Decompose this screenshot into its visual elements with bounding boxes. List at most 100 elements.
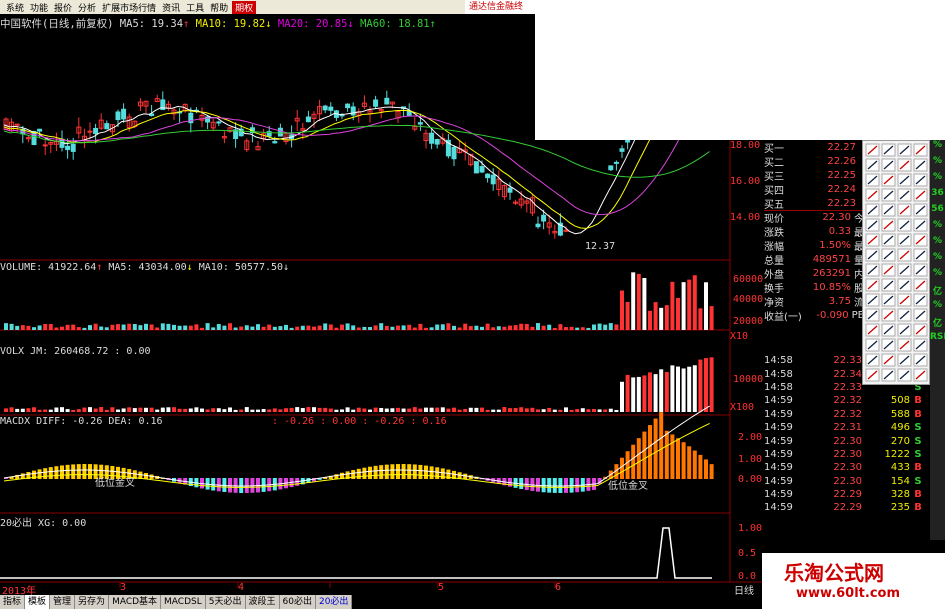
- quote-row: 涨幅 1.50% 最: [764, 238, 864, 253]
- sidebar-item[interactable]: 亿: [930, 316, 945, 332]
- candle-body: [70, 143, 76, 152]
- volume-bar: [569, 326, 574, 330]
- menu-item-analysis[interactable]: 分析: [72, 1, 96, 14]
- xg-header: 20必出 XG: 0.00: [0, 518, 87, 529]
- menu-item-quote[interactable]: 报价: [48, 1, 72, 14]
- sidebar-item[interactable]: %: [930, 252, 945, 268]
- volume-bar: [4, 323, 8, 330]
- menu-item-news[interactable]: 资讯: [156, 1, 180, 14]
- volume-bar: [149, 324, 154, 330]
- drawing-toolbar[interactable]: [862, 140, 930, 385]
- volume-bar: [709, 306, 714, 330]
- sidebar-item[interactable]: %: [930, 268, 945, 284]
- menu-item-help[interactable]: 帮助: [204, 1, 228, 14]
- sidebar-item[interactable]: %: [930, 300, 945, 316]
- volume-bar: [541, 325, 546, 330]
- quote-value: 22.24: [827, 183, 856, 195]
- volx-bar: [188, 408, 193, 412]
- volume-bar: [586, 327, 591, 330]
- volx-bar: [698, 359, 703, 412]
- tab-indicator[interactable]: 指标: [0, 595, 26, 609]
- sidebar-item[interactable]: %: [930, 172, 945, 188]
- volume-bar: [9, 323, 14, 330]
- right-sidebar[interactable]: %%%3656%%%%亿%亿RSI: [930, 140, 945, 540]
- volx-bar: [620, 381, 624, 412]
- trade-cell: 22.29: [833, 502, 862, 514]
- volx-bar: [429, 407, 434, 412]
- trade-cell: 14:59: [764, 502, 793, 514]
- volx-bar: [687, 366, 692, 412]
- trade-row: 14:59 22.30 433 B: [764, 461, 944, 474]
- volx-bar: [552, 409, 557, 412]
- volx-bar: [586, 409, 591, 412]
- trade-row: 14:59 22.29 235 B: [764, 501, 944, 514]
- tab-manage[interactable]: 管理: [50, 595, 76, 609]
- volx-bar: [704, 358, 708, 412]
- tab-5day[interactable]: 5天必出: [205, 595, 246, 609]
- volx-bar: [160, 407, 165, 412]
- volume-bar: [653, 302, 658, 330]
- sidebar-item[interactable]: 56: [930, 204, 945, 220]
- volume-bar: [519, 323, 524, 330]
- volx-bar: [496, 409, 501, 412]
- trade-cell: 22.30: [833, 475, 862, 487]
- volx-bar: [642, 375, 647, 412]
- macd-bar: [373, 465, 378, 479]
- trade-cell: S: [914, 475, 922, 487]
- sidebar-item[interactable]: %: [930, 236, 945, 252]
- trade-row: 14:59 22.30 154 S: [764, 475, 944, 488]
- menu-item-function[interactable]: 功能: [24, 1, 48, 14]
- menu-item-tools[interactable]: 工具: [180, 1, 204, 14]
- candle-body: [277, 127, 283, 137]
- volx-bar: [82, 407, 87, 412]
- volume-bar: [356, 327, 361, 330]
- sidebar-item[interactable]: 36: [930, 188, 945, 204]
- volume-bar: [603, 324, 608, 330]
- volx-bar: [603, 409, 608, 412]
- volx-bar: [670, 365, 675, 412]
- low-price-label: 12.37: [585, 241, 616, 252]
- vol-tick: 20000: [733, 316, 764, 327]
- tab-macd-basic[interactable]: MACD基本: [109, 595, 162, 609]
- volume-bar: [681, 282, 686, 330]
- volume-bar: [424, 327, 428, 330]
- sidebar-item[interactable]: %: [930, 140, 945, 156]
- candle-body: [451, 146, 457, 160]
- volume-bar: [138, 325, 143, 330]
- volume-bar: [278, 326, 283, 330]
- volume-bar: [564, 327, 568, 330]
- quote-value: 10.85%: [812, 281, 851, 293]
- trade-cell: 270: [890, 435, 910, 447]
- volx-bar: [317, 407, 322, 412]
- sidebar-item[interactable]: 亿: [930, 284, 945, 300]
- volume-bar: [536, 323, 540, 330]
- macd-values: MACDX DIFF: -0.26 DEA: 0.16: [0, 416, 163, 427]
- ad-banner[interactable]: 通达信金融终: [465, 0, 535, 14]
- quote-value: 0.33: [828, 225, 851, 237]
- sidebar-item[interactable]: %: [930, 220, 945, 236]
- quote-value: -0.090: [816, 309, 849, 321]
- quote-label: 买四: [764, 185, 784, 197]
- tab-macdsl[interactable]: MACDSL: [161, 595, 206, 609]
- gold-cross-label: 低位金叉: [608, 481, 648, 492]
- sidebar-item[interactable]: RSI: [930, 332, 945, 348]
- volx-bar: [60, 407, 64, 412]
- tab-60[interactable]: 60必出: [279, 595, 316, 609]
- volx-bar: [681, 368, 686, 412]
- volume-bar: [166, 323, 171, 330]
- menu-item-market[interactable]: 扩展市场行情: [96, 1, 156, 14]
- volume-bar: [407, 324, 412, 330]
- tab-template[interactable]: 模板: [25, 595, 51, 609]
- candle-body: [485, 173, 491, 179]
- volx-bar: [659, 369, 664, 412]
- tab-wave-king[interactable]: 波段王: [245, 595, 280, 609]
- menu-item-options[interactable]: 期权: [232, 0, 257, 14]
- quote-value: 489571: [812, 253, 851, 265]
- volx-bar: [614, 409, 619, 412]
- tab-20[interactable]: 20必出: [315, 595, 353, 609]
- tab-save-as[interactable]: 另存为: [75, 595, 110, 609]
- volume-bar: [508, 325, 512, 330]
- menu-item-system[interactable]: 系统: [0, 1, 24, 14]
- sidebar-item[interactable]: %: [930, 156, 945, 172]
- quote-row: 总量 489571 量: [764, 252, 864, 267]
